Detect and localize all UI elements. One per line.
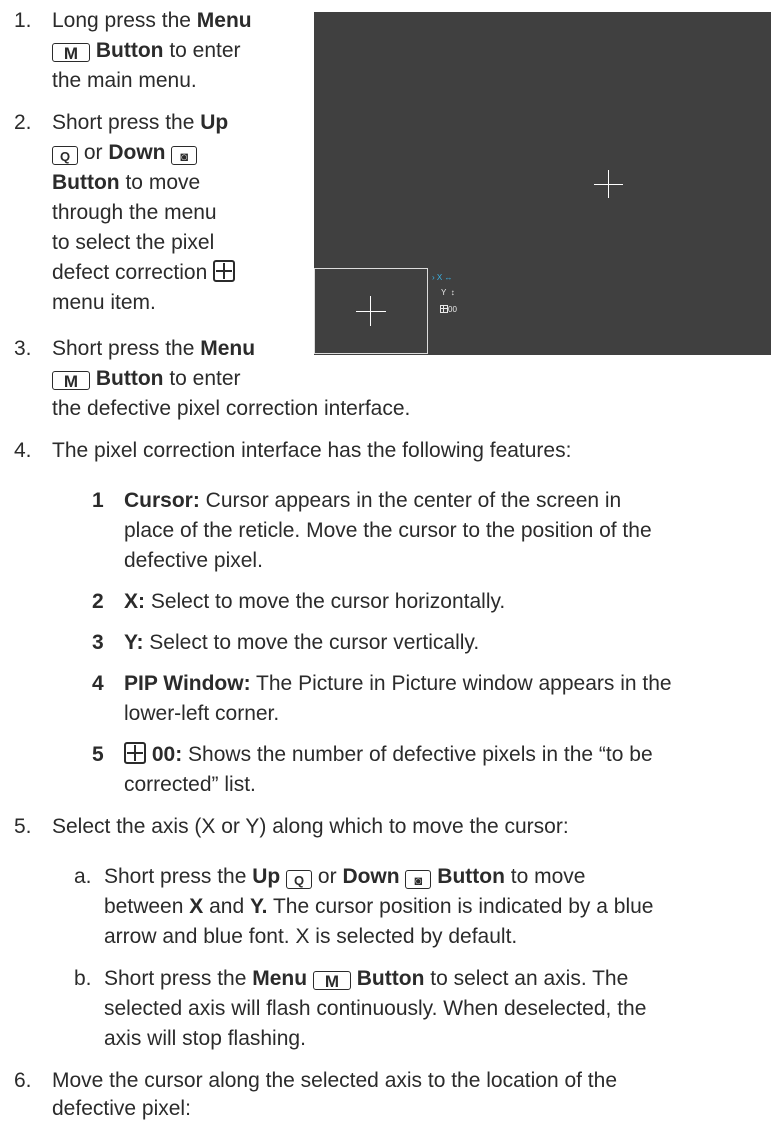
- substep-a-line-2: between X and Y. The cursor position is …: [104, 895, 654, 918]
- step-2-line-1: Short press the Up: [52, 111, 229, 134]
- down-key-icon: ◙: [171, 146, 198, 165]
- menu-y-item: Y ↕: [441, 288, 455, 297]
- step-1-line-1: Long press the Menu: [52, 9, 252, 32]
- step-2-line-6: defect correction: [52, 258, 236, 288]
- feature-5-number: 5: [92, 743, 104, 766]
- menu-key-icon: M: [52, 43, 90, 63]
- menu-x-item: › X ↔: [432, 273, 453, 282]
- step-3-line-1: Short press the Menu: [52, 337, 256, 360]
- substep-b-line-1: Short press the Menu M Button to select …: [104, 967, 629, 991]
- menu-key-icon: M: [52, 371, 90, 391]
- feature-5-line-2: corrected” list.: [124, 773, 256, 796]
- substep-a-letter: a.: [74, 865, 92, 888]
- feature-1-line-3: defective pixel.: [124, 549, 263, 572]
- step-2-number: 2.: [14, 111, 32, 134]
- mini-pixel-correction-icon: [440, 305, 448, 313]
- substep-b-line-2: selected axis will flash continuously. W…: [104, 997, 647, 1020]
- feature-1-line-2: place of the reticle. Move the cursor to…: [124, 519, 652, 542]
- step-3-line-3: the defective pixel correction interface…: [52, 397, 411, 420]
- step-2-line-3: Button to move: [52, 171, 201, 194]
- feature-1-line-1: Cursor: Cursor appears in the center of …: [124, 489, 622, 512]
- feature-2-line-1: X: Select to move the cursor horizontall…: [124, 590, 506, 613]
- feature-1-number: 1: [92, 489, 104, 512]
- pip-window: [314, 268, 428, 354]
- device-screen-illustration: › X ↔ Y ↕ 00: [314, 12, 771, 355]
- up-key-icon: Q: [52, 146, 78, 165]
- step-1-number: 1.: [14, 9, 32, 32]
- step-4-number: 4.: [14, 439, 32, 462]
- step-3-number: 3.: [14, 337, 32, 360]
- step-5-text: Select the axis (X or Y) along which to …: [52, 815, 569, 838]
- feature-4-number: 4: [92, 672, 104, 695]
- substep-a-line-3: arrow and blue font. X is selected by de…: [104, 925, 518, 948]
- feature-4-line-2: lower-left corner.: [124, 702, 280, 725]
- feature-3-line-1: Y: Select to move the cursor vertically.: [124, 631, 480, 654]
- step-5-number: 5.: [14, 815, 32, 838]
- feature-4-line-1: PIP Window: The Picture in Picture windo…: [124, 672, 672, 695]
- pixel-correction-icon: [213, 260, 236, 282]
- cursor-bar: [594, 184, 623, 185]
- step-6-line-1: Move the cursor along the selected axis …: [52, 1069, 618, 1092]
- feature-2-number: 2: [92, 590, 104, 613]
- step-6-number: 6.: [14, 1069, 32, 1092]
- step-2-line-5: to select the pixel: [52, 231, 215, 254]
- substep-b-letter: b.: [74, 967, 92, 990]
- feature-3-number: 3: [92, 631, 104, 654]
- step-4-text: The pixel correction interface has the f…: [52, 439, 572, 462]
- pip-cursor-bar: [356, 311, 386, 312]
- step-2-line-7: menu item.: [52, 291, 156, 314]
- pixel-correction-icon: [124, 742, 146, 764]
- substep-a-line-1: Short press the Up Q or Down ◙ Button to…: [104, 865, 586, 889]
- substep-b-line-3: axis will stop flashing.: [104, 1027, 306, 1050]
- step-2-line-4: through the menu: [52, 201, 217, 224]
- feature-5-line-1: 00: Shows the number of defective pixels…: [124, 740, 653, 770]
- menu-key-icon: M: [312, 971, 351, 991]
- step-3-line-2: M Button to enter: [52, 364, 241, 394]
- step-1-line-2: M Button to enter: [52, 36, 241, 66]
- down-key-icon: ◙: [405, 870, 432, 889]
- up-key-icon: Q: [286, 870, 313, 889]
- step-2-line-2: Q or Down ◙: [52, 138, 198, 168]
- menu-count-item: 00: [440, 304, 457, 316]
- step-6-line-2: defective pixel:: [52, 1097, 191, 1120]
- step-1-line-3: the main menu.: [52, 69, 197, 92]
